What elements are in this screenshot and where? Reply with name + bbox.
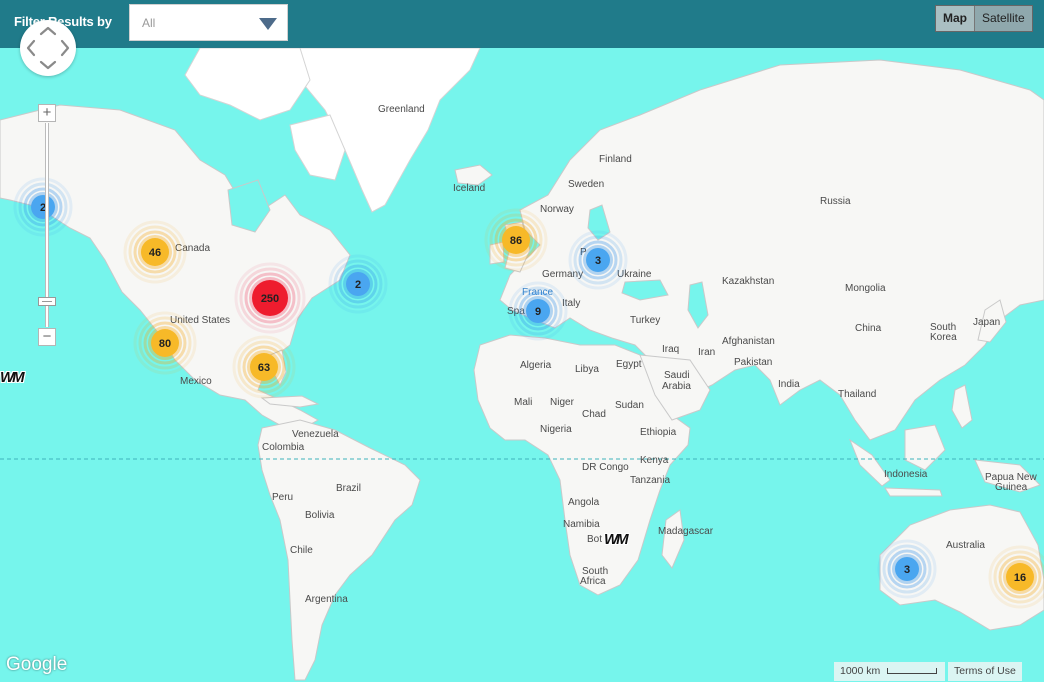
chevron-down-icon — [259, 18, 277, 30]
cluster-count: 16 — [1014, 572, 1026, 584]
label-peru: Peru — [272, 492, 293, 503]
label-sudan: Sudan — [615, 400, 644, 411]
label-south-africa: South Africa — [580, 566, 608, 587]
scale-bar[interactable]: 1000 km — [834, 662, 945, 681]
label-egypt: Egypt — [616, 359, 642, 370]
label-botswana-partial: Bot — [587, 534, 602, 545]
label-japan: Japan — [973, 317, 1000, 328]
cluster-marker-east-us[interactable]: 250 — [234, 262, 306, 334]
map-type-control: Map Satellite — [935, 5, 1033, 32]
label-turkey: Turkey — [630, 315, 660, 326]
cluster-count: 250 — [261, 293, 279, 305]
cluster-count: 3 — [595, 255, 601, 267]
label-colombia: Colombia — [262, 442, 305, 453]
label-kazakhstan: Kazakhstan — [722, 276, 774, 287]
watermark-logo: WM — [0, 369, 25, 386]
map-type-map-button[interactable]: Map — [936, 6, 975, 31]
label-bolivia: Bolivia — [305, 510, 335, 521]
label-pakistan: Pakistan — [734, 357, 772, 368]
label-kenya: Kenya — [640, 455, 669, 466]
label-australia: Australia — [946, 540, 985, 551]
label-argentina: Argentina — [305, 594, 348, 605]
label-russia: Russia — [820, 196, 851, 207]
world-map[interactable]: Greenland Iceland Finland Sweden Norway … — [0, 0, 1044, 682]
label-venezuela: Venezuela — [292, 429, 339, 440]
google-logo: Google — [6, 654, 68, 675]
pan-up-icon[interactable] — [39, 26, 57, 36]
label-angola: Angola — [568, 497, 600, 508]
terms-of-use-link[interactable]: Terms of Use — [948, 662, 1022, 681]
pan-down-icon[interactable] — [39, 60, 57, 70]
label-iraq: Iraq — [662, 344, 679, 355]
cluster-count: 9 — [535, 306, 541, 318]
cluster-count: 86 — [510, 235, 522, 247]
map-type-satellite-button[interactable]: Satellite — [975, 6, 1032, 31]
label-chad: Chad — [582, 409, 606, 420]
cluster-count: 2 — [355, 279, 361, 291]
pan-control[interactable] — [20, 20, 76, 76]
label-iceland: Iceland — [453, 183, 485, 194]
label-ethiopia: Ethiopia — [640, 427, 677, 438]
label-india: India — [778, 379, 800, 390]
filter-selected-value: All — [142, 16, 156, 30]
label-greenland: Greenland — [378, 104, 425, 115]
label-nigeria: Nigeria — [540, 424, 572, 435]
label-libya: Libya — [575, 364, 599, 375]
pan-left-icon[interactable] — [26, 39, 36, 57]
label-thailand: Thailand — [838, 389, 876, 400]
label-sweden: Sweden — [568, 179, 604, 190]
cluster-count: 63 — [258, 362, 270, 374]
cluster-marker-west-canada[interactable]: 46 — [123, 220, 187, 284]
cluster-marker-uk[interactable]: 86 — [484, 208, 548, 272]
label-south-korea: South Korea — [930, 322, 957, 343]
filter-dropdown[interactable]: All — [129, 4, 288, 41]
label-china: China — [855, 323, 882, 334]
cluster-count: 3 — [904, 564, 910, 576]
zoom-out-button[interactable]: − — [38, 328, 56, 346]
label-chile: Chile — [290, 545, 313, 556]
label-brazil: Brazil — [336, 483, 361, 494]
label-dr-congo: DR Congo — [582, 462, 629, 473]
scale-label: 1000 km — [840, 665, 881, 677]
label-tanzania: Tanzania — [630, 475, 670, 486]
label-niger: Niger — [550, 397, 575, 408]
filter-bar: Filter Results by All Map Satellite — [0, 0, 1044, 48]
zoom-in-button[interactable]: + — [38, 104, 56, 122]
label-namibia: Namibia — [563, 519, 600, 530]
cluster-count: 46 — [149, 247, 161, 259]
cluster-marker-gulf[interactable]: 63 — [232, 335, 296, 399]
label-mexico: Mexico — [180, 376, 212, 387]
label-mali: Mali — [514, 397, 532, 408]
cluster-count: 80 — [159, 338, 171, 350]
label-madagascar: Madagascar — [658, 526, 714, 537]
watermark-logo: WM — [604, 531, 629, 548]
label-norway: Norway — [540, 204, 574, 215]
scale-ruler — [887, 668, 937, 674]
label-mongolia: Mongolia — [845, 283, 886, 294]
zoom-slider-handle[interactable] — [38, 297, 56, 306]
pan-arrows-icon — [26, 26, 70, 70]
cluster-marker-southwest-us[interactable]: 80 — [133, 311, 197, 375]
label-finland: Finland — [599, 154, 632, 165]
label-afghanistan: Afghanistan — [722, 336, 775, 347]
pan-right-icon[interactable] — [60, 39, 70, 57]
label-saudi-arabia: Saudi Arabia — [662, 370, 691, 392]
label-iran: Iran — [698, 347, 715, 358]
label-algeria: Algeria — [520, 360, 552, 371]
label-indonesia: Indonesia — [884, 469, 928, 480]
